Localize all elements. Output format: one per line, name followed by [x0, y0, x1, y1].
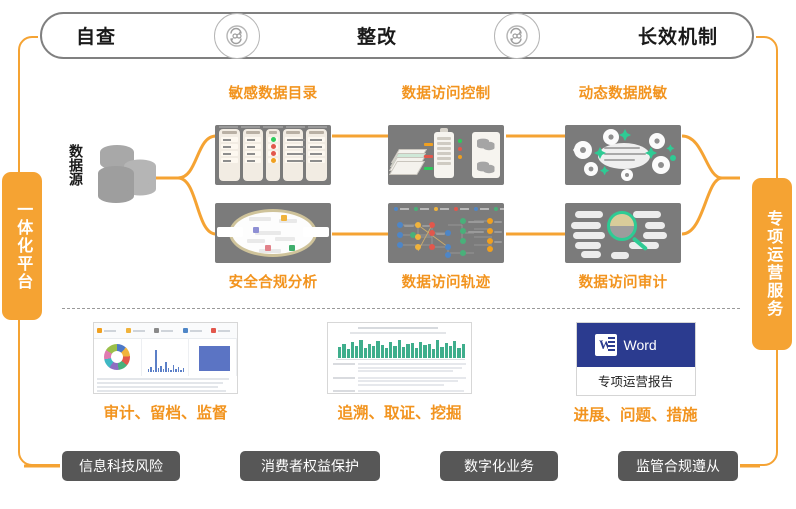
policy-list-panel: [434, 132, 454, 178]
cycle-refresh-icon-2: [494, 12, 541, 59]
chip-digital-business[interactable]: 数字化业务: [440, 451, 558, 481]
module-caption: 敏感数据目录: [228, 86, 318, 102]
module-security-compliance-analysis[interactable]: 安全合规分析: [215, 203, 331, 292]
deliverable-caption: 进展、问题、措施: [573, 407, 698, 424]
database-stack-icon: [90, 140, 170, 215]
ring-tag-right: [303, 227, 329, 237]
module-caption: 安全合规分析: [228, 275, 318, 291]
module-dynamic-data-masking[interactable]: 动态数据脱敏: [565, 82, 681, 185]
rule-markers: [458, 139, 466, 163]
word-header: W Word: [576, 323, 695, 367]
report-title: 专项运营报告: [597, 375, 673, 389]
document-stack-icon: [388, 149, 428, 175]
deliverable-caption: 审计、留档、监督: [103, 405, 228, 422]
data-source-label: 数据源: [68, 144, 84, 186]
module-caption: 数据访问控制: [401, 86, 491, 102]
module-data-access-trace[interactable]: 数据访问轨迹: [388, 203, 504, 292]
stage-label-1[interactable]: 自查: [76, 22, 116, 49]
stage-bar: 自查 整改 长效机制: [40, 12, 754, 59]
stage-label-2[interactable]: 整改: [357, 22, 397, 49]
module-caption: 动态数据脱敏: [578, 86, 668, 102]
data-source-group: 数据源: [62, 140, 172, 210]
thumb-columns: [219, 129, 327, 181]
module-sensitive-data-catalog[interactable]: 敏感数据目录: [215, 82, 331, 185]
log-trace-screenshot: [327, 322, 472, 394]
data-access-trace-thumb: [388, 203, 504, 263]
platform-pill: 一体化平台: [2, 172, 42, 320]
audit-dashboard-screenshot: [93, 322, 238, 394]
sensitive-data-catalog-thumb: [215, 125, 331, 185]
module-caption: 数据访问轨迹: [401, 275, 491, 291]
deliverable-caption: 追溯、取证、挖掘: [337, 405, 462, 422]
security-compliance-analysis-thumb: [215, 203, 331, 263]
module-caption: 数据访问审计: [578, 275, 668, 291]
service-pill: 专项运营服务: [752, 178, 792, 350]
module-data-access-audit[interactable]: 数据访问审计: [565, 203, 681, 292]
ring-tag-left: [217, 227, 243, 237]
deliverable-trace[interactable]: 追溯、取证、挖掘: [322, 322, 477, 423]
chip-regulatory-compliance[interactable]: 监管合规遵从: [618, 451, 738, 481]
gear-cluster-icon: [573, 129, 676, 181]
word-report-icon: W Word 专项运营报告: [575, 322, 696, 396]
module-data-access-control[interactable]: 数据访问控制: [388, 82, 504, 185]
deliverable-audit[interactable]: 审计、留档、监督: [88, 322, 243, 423]
data-access-audit-thumb: [565, 203, 681, 263]
dynamic-data-masking-thumb: [565, 125, 681, 185]
word-logo-icon: W: [594, 334, 617, 356]
deliverable-report[interactable]: W Word 专项运营报告 进展、问题、措施: [558, 322, 713, 425]
cycle-refresh-icon: [213, 12, 260, 59]
infographic-canvas: 自查 整改 长效机制 一体化平台 专项运营服务 数据源 敏感数据目录 数据访问控…: [0, 0, 796, 509]
chip-consumer-protection[interactable]: 消费者权益保护: [240, 451, 380, 481]
chip-it-risk[interactable]: 信息科技风险: [62, 451, 180, 481]
section-divider: [62, 308, 740, 309]
word-app-label: Word: [623, 337, 657, 353]
stage-label-3[interactable]: 长效机制: [638, 22, 718, 49]
target-database-panel: [472, 132, 500, 178]
data-access-control-thumb: [388, 125, 504, 185]
